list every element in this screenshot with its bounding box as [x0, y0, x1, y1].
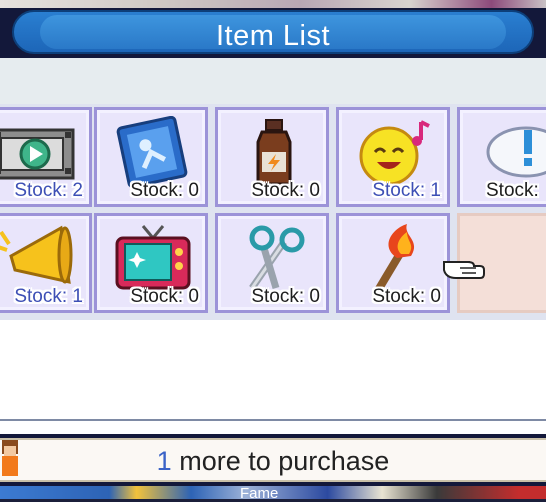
window-title: Item List [215, 20, 331, 52]
stock-label: Stock: 0 [130, 286, 199, 307]
item-slot-television[interactable]: Stock: 0 [94, 213, 208, 313]
stock-label: Stock: 0 [130, 180, 199, 201]
item-slot-torch[interactable]: Stock: 0 [336, 213, 450, 313]
title-pill: Item List [12, 10, 534, 54]
item-slot-megaphone[interactable]: Stock: 1 [0, 213, 92, 313]
pointing-hand-cursor-icon [443, 261, 485, 279]
title-bar: Item List [0, 8, 546, 58]
tv-icon [115, 225, 191, 290]
stock-label: Stock: 0 [251, 180, 320, 201]
purchase-status-text: 1 more to purchase [0, 446, 546, 477]
bottle-icon [256, 119, 292, 186]
purchase-status-box: 1 more to purchase [0, 438, 546, 482]
film-reel-icon [0, 128, 75, 180]
megaphone-icon [0, 225, 73, 284]
item-slot-happy-face[interactable]: Stock: 1 [336, 107, 450, 207]
item-slot-blue-card[interactable]: Stock: 0 [94, 107, 208, 207]
stock-label: Stock: 0 [251, 286, 320, 307]
stock-label: Stock: 0 [372, 286, 441, 307]
stock-label: Stock: [486, 180, 539, 201]
fame-label: Fame [240, 485, 279, 502]
smiley-note-icon [359, 120, 430, 186]
character-sprite-icon [2, 440, 18, 476]
speech-cloud-icon [486, 126, 546, 178]
purchase-label: more to purchase [171, 446, 390, 476]
scissors-icon [249, 225, 305, 290]
stock-label: Stock: 1 [372, 180, 441, 201]
item-slot-scissors[interactable]: Stock: 0 [215, 213, 329, 313]
stock-label: Stock: 2 [14, 180, 83, 201]
blue-card-icon [116, 116, 188, 188]
stock-label: Stock: 1 [14, 286, 83, 307]
item-slot-bottle[interactable]: Stock: 0 [215, 107, 329, 207]
panel-header-strip [0, 58, 546, 108]
item-slot-film-reel[interactable]: Stock: 2 [0, 107, 92, 207]
purchase-count: 1 [156, 446, 172, 476]
purchase-footer: 1 more to purchase [0, 434, 546, 486]
torch-icon [373, 224, 415, 294]
item-slot-idea-cloud[interactable]: Stock: [457, 107, 546, 207]
